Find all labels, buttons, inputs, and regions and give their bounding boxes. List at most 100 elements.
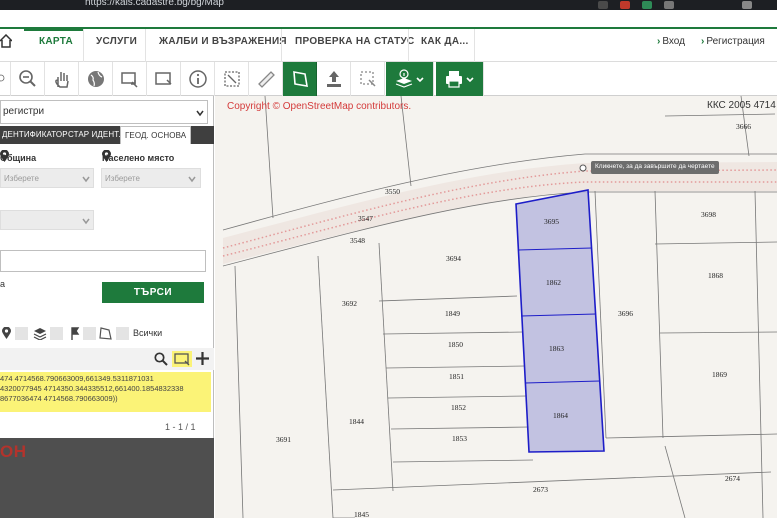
login-link[interactable]: › Вход	[657, 36, 685, 47]
chevron-down-icon	[82, 218, 90, 225]
chevron-down-icon	[196, 110, 204, 117]
map-pin-icon[interactable]	[2, 327, 11, 339]
parcel-label: 1853	[452, 434, 467, 443]
parcel-label: 3548	[350, 236, 365, 245]
zoom-extent-button[interactable]	[113, 62, 147, 96]
browser-address-bar: https://kais.cadastre.bg/bg/Map	[0, 0, 777, 10]
result-actions-bar	[0, 348, 214, 370]
chevron-right-icon: ›	[701, 36, 705, 47]
layers-icon[interactable]	[33, 327, 47, 340]
chevron-right-icon: ›	[657, 36, 661, 47]
url-text[interactable]: https://kais.cadastre.bg/bg/Map	[85, 0, 224, 8]
filter-checkbox[interactable]	[50, 327, 63, 340]
region-select[interactable]	[0, 210, 94, 230]
zoom-box-icon	[120, 72, 138, 88]
nav-divider	[281, 29, 282, 62]
parcel-label: 3547	[358, 214, 373, 223]
settlement-label: Населено място	[102, 153, 175, 163]
nav-tab-status-check[interactable]: ПРОВЕРКА НА СТАТУС	[295, 36, 415, 47]
search-panel: регистри ДЕНТИФИКАТОР СТАР ИДЕНТ. ГЕОД. …	[0, 96, 214, 518]
draw-vertex[interactable]	[579, 164, 587, 172]
upload-button[interactable]	[317, 62, 351, 96]
nav-tab-how-to[interactable]: КАК ДА...	[421, 36, 469, 47]
filter-checkbox[interactable]	[83, 327, 96, 340]
layers-info-icon	[395, 69, 424, 88]
settlement-select[interactable]: Изберете	[101, 168, 201, 188]
search-button[interactable]: ТЪРСИ	[102, 282, 204, 303]
nav-accent-line	[0, 27, 777, 29]
zoom-out-button[interactable]	[11, 62, 45, 96]
clear-selection-button[interactable]	[351, 62, 385, 96]
identifier-input[interactable]	[0, 250, 206, 272]
road	[223, 162, 777, 264]
parcel-layer	[222, 96, 777, 518]
cadastral-map[interactable]: Copyright © OpenStreetMap contributors. …	[215, 96, 777, 518]
active-tab-indicator	[24, 27, 84, 31]
parcel-boundary	[264, 96, 776, 219]
info-icon	[188, 70, 207, 88]
measure-distance-button[interactable]	[249, 62, 283, 96]
nav-tab-complaints[interactable]: ЖАЛБИ И ВЪЗРАЖЕНИЯ	[159, 36, 287, 47]
layers-info-dropdown[interactable]	[386, 62, 434, 96]
tab-old-identifier[interactable]: СТАР ИДЕНТ.	[68, 126, 121, 144]
map-toolbar	[0, 62, 777, 96]
measure-area-icon	[223, 71, 240, 87]
add-icon[interactable]	[196, 352, 209, 365]
nav-divider	[474, 29, 475, 62]
municipality-select[interactable]: Изберете	[0, 168, 94, 188]
parcel-label: 3698	[701, 210, 716, 219]
nav-tab-map[interactable]: КАРТА	[39, 36, 73, 47]
nav-divider	[408, 29, 409, 62]
chevron-down-icon	[82, 176, 90, 183]
polygon-icon	[292, 71, 308, 87]
parcel-label: 3692	[342, 299, 357, 308]
parcel-label: 1850	[448, 340, 463, 349]
hand-icon	[54, 72, 69, 88]
register-link[interactable]: › Регистрация	[701, 36, 765, 47]
extension-icon[interactable]	[598, 1, 608, 9]
nav-tab-services[interactable]: УСЛУГИ	[96, 36, 137, 47]
home-icon[interactable]	[0, 34, 12, 48]
printer-icon	[445, 71, 474, 88]
filter-all-label: Всички	[133, 328, 163, 338]
tab-geodetic-base[interactable]: ГЕОД. ОСНОВА	[120, 126, 192, 144]
zoom-out-icon	[18, 70, 36, 87]
extension-icon[interactable]	[620, 1, 630, 9]
draw-polygon-button[interactable]	[283, 62, 317, 96]
polygon-icon[interactable]	[99, 327, 112, 340]
parcel-label: 2673	[533, 485, 548, 494]
select-area-button[interactable]	[147, 62, 181, 96]
zoom-in-button[interactable]	[0, 62, 11, 96]
measure-area-button[interactable]	[215, 62, 249, 96]
chevron-down-icon	[188, 176, 196, 183]
search-icon[interactable]	[154, 352, 168, 366]
filter-checkbox[interactable]	[116, 327, 129, 340]
parcel-label: 2674	[725, 474, 740, 483]
extension-icon[interactable]	[642, 1, 652, 9]
globe-icon	[87, 71, 104, 87]
info-button[interactable]	[181, 62, 215, 96]
dashed-select-icon	[359, 71, 376, 87]
profile-icon[interactable]	[742, 1, 752, 9]
draw-tooltip: Кликнете, за да завършите да чертаете	[591, 161, 719, 174]
filter-checkbox[interactable]	[15, 327, 28, 340]
globe-button[interactable]	[79, 62, 113, 96]
pan-button[interactable]	[45, 62, 79, 96]
parcel-label: 3691	[276, 435, 291, 444]
parcel-label: 1851	[449, 372, 464, 381]
result-filter-row: Всички	[0, 324, 214, 344]
parcel-label: 1868	[708, 271, 723, 280]
parcel-label: 3550	[385, 187, 400, 196]
tab-identifier[interactable]: ДЕНТИФИКАТОР	[2, 126, 68, 144]
panel-footer	[0, 438, 214, 518]
parcel-label: 1844	[349, 417, 364, 426]
extension-icon[interactable]	[664, 1, 674, 9]
search-result-item[interactable]: 474 4714568.790663009,661349.5311871031 …	[0, 372, 211, 412]
flag-icon[interactable]	[70, 327, 80, 340]
nav-divider	[145, 29, 146, 62]
print-dropdown[interactable]	[436, 62, 484, 96]
ruler-icon	[257, 71, 275, 88]
zoom-to-result-icon[interactable]	[172, 351, 192, 367]
parcel-label: 1864	[553, 411, 568, 420]
registry-select[interactable]: регистри	[0, 100, 208, 124]
